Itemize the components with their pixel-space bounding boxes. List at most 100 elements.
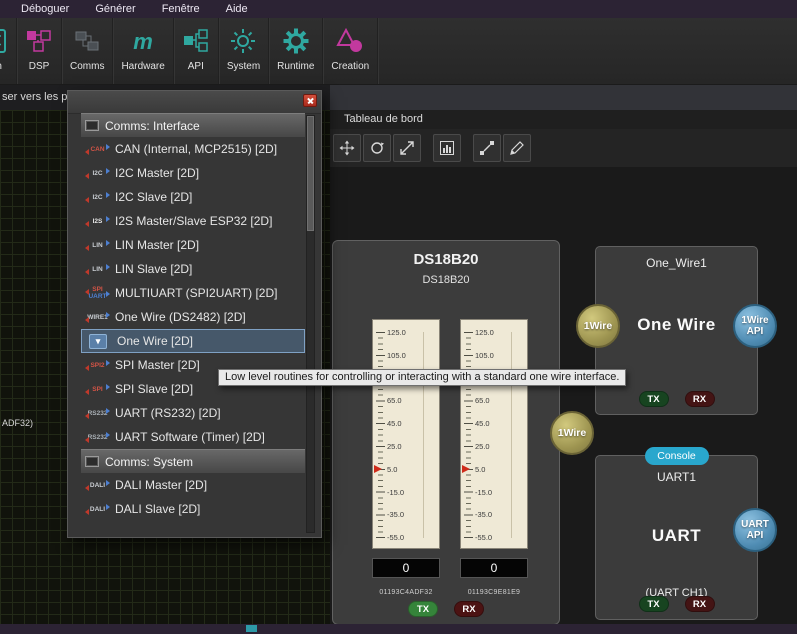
palette-item-uart-software-timer-2d[interactable]: RS232UART Software (Timer) [2D]: [81, 425, 305, 449]
palette-item-lin-master-2d[interactable]: LINLIN Master [2D]: [81, 233, 305, 257]
gauge-tick-label: 45.0: [387, 419, 402, 428]
toolbar-item-label: Creation: [331, 59, 369, 72]
toolbar-item-comms[interactable]: Comms: [62, 18, 113, 84]
gauge-scale: 125.0105.085.065.045.025.05.0-15.0-35.0-…: [372, 319, 440, 549]
palette-scrollbar[interactable]: [306, 115, 315, 533]
tx-indicator: TX: [639, 391, 669, 407]
dali-slave-icon: DALI: [84, 506, 111, 513]
palette-item-dali-master-2d[interactable]: DALIDALI Master [2D]: [81, 473, 305, 497]
console-badge[interactable]: Console: [645, 447, 709, 465]
one-wire-api-badge[interactable]: 1Wire API: [733, 304, 777, 348]
palette-item-label: One Wire [2D]: [117, 334, 193, 348]
chip-icon: [85, 456, 99, 467]
ds18b20-txrx: TX RX: [333, 601, 559, 617]
palette-titlebar[interactable]: [68, 91, 321, 114]
taskbar-accent: [246, 625, 257, 632]
dsp-icon: [25, 23, 53, 59]
floating-one-wire-badge[interactable]: 1Wire: [550, 411, 594, 455]
palette-item-i2c-master-2d[interactable]: I2CI2C Master [2D]: [81, 161, 305, 185]
i2c-master-icon: I2C: [84, 170, 111, 177]
menu-item-aide[interactable]: Aide: [213, 0, 261, 18]
rotate-icon: [369, 140, 385, 156]
dashboard-top-strip: [330, 85, 797, 110]
badge-label: API: [747, 530, 764, 541]
move-tool-button[interactable]: [333, 134, 361, 162]
gauge-scale: 125.0105.085.065.045.025.05.0-15.0-35.0-…: [460, 319, 528, 549]
palette-item-label: DALI Slave [2D]: [115, 502, 200, 516]
creation-icon: [331, 23, 369, 59]
toolbar-item-api[interactable]: API: [174, 18, 219, 84]
toolbar-item-dsp[interactable]: DSP: [17, 18, 62, 84]
wire-tool-button[interactable]: [473, 134, 501, 162]
lin-slave-icon: LIN: [84, 266, 111, 273]
palette-item-multiuart-spi2uart-2d[interactable]: SPIUARTMULTIUART (SPI2UART) [2D]: [81, 281, 305, 305]
palette-item-label: LIN Slave [2D]: [115, 262, 192, 276]
toolbar-item-label: Runtime: [277, 59, 314, 72]
palette-item-dali-slave-2d[interactable]: DALI DALI Slave [2D]: [81, 497, 305, 521]
palette-item-label: LIN Master [2D]: [115, 238, 199, 252]
palette-group-comms-interface[interactable]: Comms: Interface: [81, 113, 305, 137]
scrollbar-thumb[interactable]: [307, 116, 314, 231]
gauge-columns: 125.0105.085.065.045.025.05.0-15.0-35.0-…: [333, 319, 559, 624]
palette-item-label: One Wire (DS2482) [2D]: [115, 310, 246, 324]
palette-item-one-wire-ds2482-2d[interactable]: WIRE1One Wire (DS2482) [2D]: [81, 305, 305, 329]
uart-txrx: TX RX: [596, 596, 757, 612]
component-toolbar: ath DSPCommsmHardware API System Runtime Crea…: [0, 18, 797, 85]
thermometer-gauge: 125.0105.085.065.045.025.05.0-15.0-35.0-…: [372, 319, 440, 596]
dali-master-icon: DALI: [84, 482, 111, 489]
gauge-tick-label: 5.0: [387, 465, 397, 474]
rotate-tool-button[interactable]: [363, 134, 391, 162]
component-title: DS18B20: [333, 251, 559, 268]
menu-item-fen-tre[interactable]: Fenêtre: [149, 0, 213, 18]
uart-api-badge[interactable]: UART API: [733, 508, 777, 552]
i2c-slave-icon: I2C: [84, 194, 111, 201]
toolbar-item-ath[interactable]: ath: [0, 18, 17, 84]
can-icon: CAN: [84, 146, 111, 153]
api-icon: [182, 23, 210, 59]
toolbar-item-system[interactable]: System: [219, 18, 269, 84]
toolbar-items: ath DSPCommsmHardware API System Runtime Crea…: [0, 18, 797, 84]
badge-label: UART: [741, 519, 769, 530]
toolbar-item-creation[interactable]: Creation: [323, 18, 378, 84]
comms-icon: [70, 23, 104, 59]
group-label: Comms: System: [105, 455, 193, 469]
toolbar-item-label: Hardware: [121, 59, 164, 72]
toolbar-item-label: ath: [0, 59, 8, 72]
gauge-tick-label: 125.0: [475, 328, 494, 337]
palette-item-lin-slave-2d[interactable]: LIN LIN Slave [2D]: [81, 257, 305, 281]
system-icon: [227, 23, 260, 59]
palette-item-can-internal-mcp2515-2d[interactable]: CANCAN (Internal, MCP2515) [2D]: [81, 137, 305, 161]
toolbar-item-runtime[interactable]: Runtime: [269, 18, 323, 84]
spi-slave-icon: SPI: [84, 386, 111, 393]
pencil-icon: [509, 140, 525, 156]
gauge-tick-label: 65.0: [387, 396, 402, 405]
uart-component[interactable]: Console UART1 UART UART API (UART CH1) T…: [595, 455, 758, 620]
toolbar-item-hardware[interactable]: mHardware: [113, 18, 173, 84]
thermometer-gauge: 125.0105.085.065.045.025.05.0-15.0-35.0-…: [460, 319, 528, 596]
uart-rs232-icon: RS232: [84, 410, 111, 417]
chart-tool-button[interactable]: [433, 134, 461, 162]
palette-item-i2s-master-slave-esp32-2d[interactable]: I2SI2S Master/Slave ESP32 [2D]: [81, 209, 305, 233]
palette-item-uart-rs232-2d[interactable]: RS232UART (RS232) [2D]: [81, 401, 305, 425]
dashboard-toolbar: [330, 129, 797, 167]
gauge-tick-label: -35.0: [475, 510, 492, 519]
toolbar-item-label: API: [182, 59, 210, 72]
palette-item-one-wire-2d[interactable]: ▾One Wire [2D]: [81, 329, 305, 353]
component-title: One_Wire1: [596, 256, 757, 270]
rx-indicator: RX: [685, 596, 715, 612]
palette-group-comms-system[interactable]: Comms: System: [81, 449, 305, 473]
menu-item-g-n-rer[interactable]: Générer: [82, 0, 148, 18]
one-wire-port-badge[interactable]: 1Wire: [576, 304, 620, 348]
one-wire-component[interactable]: One_Wire1 One Wire 1Wire 1Wire API TX RX: [595, 246, 758, 415]
resize-tool-button[interactable]: [393, 134, 421, 162]
menu-item-d-boguer[interactable]: Déboguer: [8, 0, 82, 18]
palette-item-i2c-slave-2d[interactable]: I2CI2C Slave [2D]: [81, 185, 305, 209]
pencil-tool-button[interactable]: [503, 134, 531, 162]
one-wire-txrx: TX RX: [596, 391, 757, 407]
ds18b20-component[interactable]: DS18B20 DS18B20 125.0105.085.065.045.025…: [332, 240, 560, 625]
palette-item-label: SPI Slave [2D]: [115, 382, 193, 396]
dock-hint-text: ser vers les pa: [2, 91, 74, 103]
close-icon[interactable]: [303, 94, 317, 107]
badge-label: 1Wire: [558, 427, 587, 439]
math-icon: [0, 23, 8, 59]
